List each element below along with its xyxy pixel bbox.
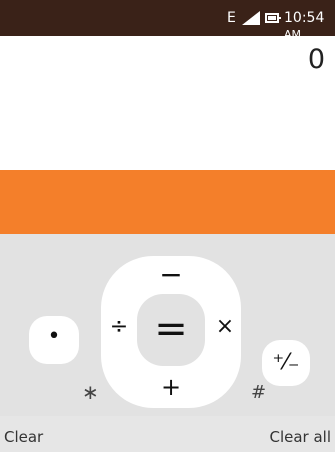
clear-softkey[interactable]: Clear xyxy=(4,428,43,446)
plus-minus-button[interactable]: ⁺⁄₋ xyxy=(262,340,310,386)
minus-button[interactable]: − xyxy=(153,260,189,290)
calculator-display: 0 xyxy=(0,36,335,170)
equals-button[interactable]: = xyxy=(137,294,205,366)
star-key-label: ∗ xyxy=(82,380,99,404)
decimal-point-button[interactable]: • xyxy=(29,316,79,364)
status-bar: E 10:54 AM xyxy=(0,0,335,41)
hash-key-label: # xyxy=(251,382,267,403)
equals-pad: = xyxy=(137,294,205,366)
keypad: • − ÷ × + = ⁺⁄₋ ∗ # xyxy=(0,234,335,416)
multiply-button[interactable]: × xyxy=(211,312,239,342)
display-value: 0 xyxy=(307,44,325,75)
signal-icon xyxy=(242,11,260,25)
divide-button[interactable]: ÷ xyxy=(105,312,133,342)
network-type: E xyxy=(227,10,236,26)
clear-all-softkey[interactable]: Clear all xyxy=(269,428,331,446)
softkey-bar: Clear Clear all xyxy=(0,416,335,452)
plus-button[interactable]: + xyxy=(153,372,189,402)
operator-dpad: − ÷ × + = xyxy=(101,256,241,408)
battery-icon xyxy=(265,13,281,23)
clock-time: 10:54 xyxy=(284,10,325,26)
accent-bar xyxy=(0,170,335,234)
